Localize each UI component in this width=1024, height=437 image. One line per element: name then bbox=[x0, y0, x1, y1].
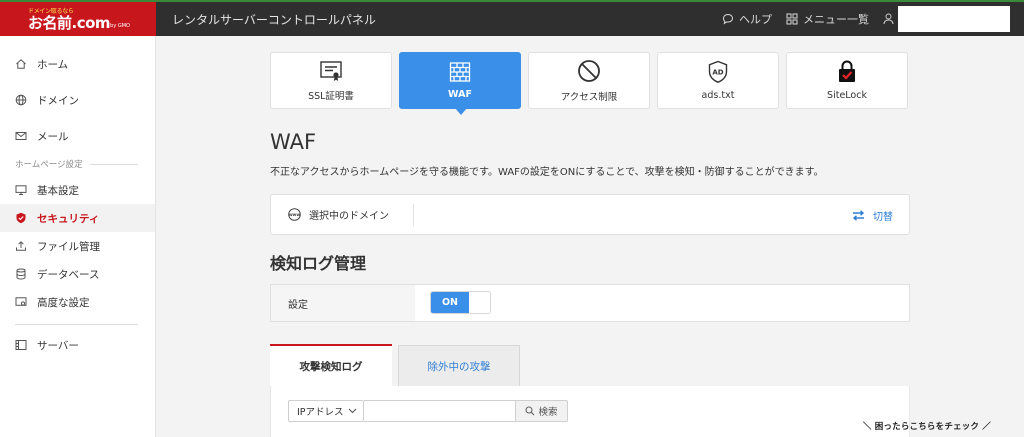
selected-domain-box: www 選択中のドメイン 切替 bbox=[270, 194, 910, 235]
svg-text:www: www bbox=[289, 212, 300, 217]
sidebar-item-domain[interactable]: ドメイン bbox=[0, 86, 155, 114]
sidebar-item-home[interactable]: ホーム bbox=[0, 50, 155, 78]
home-icon bbox=[16, 59, 26, 69]
log-tabs: 攻撃検知ログ 除外中の攻撃 bbox=[270, 344, 910, 386]
search-type-select[interactable]: IPアドレス bbox=[288, 400, 364, 422]
sidebar-divider bbox=[15, 324, 138, 325]
shield-icon bbox=[16, 212, 26, 224]
search-type-value: IPアドレス bbox=[297, 407, 344, 418]
brand-logo[interactable]: ドメイン取るなら お名前.com by GMO bbox=[0, 2, 156, 36]
ads-shield-icon: AD bbox=[708, 60, 728, 83]
sidebar-item-label: セキュリティ bbox=[37, 212, 100, 225]
help-check-link[interactable]: ＼ 困ったらこちらをチェック ／ bbox=[863, 420, 991, 432]
tab-label: SSL証明書 bbox=[308, 90, 354, 102]
svg-text:AD: AD bbox=[712, 69, 723, 77]
search-button[interactable]: 検索 bbox=[516, 400, 568, 422]
page-title: WAF bbox=[270, 130, 317, 154]
grid-icon bbox=[786, 13, 798, 25]
log-search-row: IPアドレス 検索 bbox=[288, 400, 568, 422]
app-title: レンタルサーバーコントロールパネル bbox=[172, 12, 376, 27]
sidebar: ホーム ドメイン メール ホームページ設定 基本設定 セキュリティ ファイル管理… bbox=[0, 36, 156, 437]
sidebar-item-advanced[interactable]: 高度な設定 bbox=[0, 288, 155, 316]
menu-list-link[interactable]: メニュー一覧 bbox=[786, 11, 869, 27]
sidebar-item-label: 高度な設定 bbox=[37, 296, 90, 309]
log-section-title: 検知ログ管理 bbox=[270, 254, 367, 273]
sidebar-item-label: 基本設定 bbox=[37, 184, 79, 197]
server-icon bbox=[15, 340, 27, 350]
globe-icon bbox=[15, 94, 27, 106]
sidebar-item-basic[interactable]: 基本設定 bbox=[0, 176, 155, 204]
tab-waf[interactable]: WAF bbox=[399, 52, 521, 115]
www-globe-icon: www bbox=[288, 208, 301, 221]
domain-divider bbox=[413, 204, 414, 226]
tab-ssl[interactable]: SSL証明書 bbox=[270, 52, 392, 109]
tab-label: ads.txt bbox=[701, 90, 735, 101]
toggle-knob bbox=[469, 292, 490, 313]
feature-tabs: SSL証明書 WAF アクセス制限 AD ads.txt SiteLock bbox=[270, 52, 910, 115]
tab-label: SiteLock bbox=[827, 90, 867, 101]
selected-domain-label: 選択中のドメイン bbox=[309, 211, 389, 222]
waf-toggle[interactable]: ON bbox=[430, 291, 491, 314]
mail-icon bbox=[15, 132, 27, 140]
user-account-box[interactable] bbox=[898, 6, 1010, 32]
database-icon bbox=[16, 268, 26, 280]
user-icon[interactable] bbox=[883, 13, 894, 25]
search-icon bbox=[525, 406, 535, 416]
sidebar-item-label: サーバー bbox=[37, 339, 79, 352]
monitor-icon bbox=[15, 185, 27, 195]
top-bar: ドメイン取るなら お名前.com by GMO レンタルサーバーコントロールパネ… bbox=[0, 0, 1024, 36]
page-description: 不正なアクセスからホームページを守る機能です。WAFの設定をONにすることで、攻… bbox=[270, 167, 824, 178]
upload-icon bbox=[16, 241, 26, 251]
sidebar-item-security[interactable]: セキュリティ bbox=[0, 204, 155, 232]
tab-excluded-attacks[interactable]: 除外中の攻撃 bbox=[398, 345, 520, 386]
main-content: SSL証明書 WAF アクセス制限 AD ads.txt SiteLock WA… bbox=[270, 36, 910, 437]
sidebar-item-label: メール bbox=[37, 130, 69, 143]
sidebar-section-homepage: ホームページ設定 bbox=[0, 155, 155, 173]
top-bar-right: ヘルプ メニュー一覧 bbox=[722, 2, 1024, 36]
certificate-icon bbox=[320, 60, 342, 81]
sidebar-item-files[interactable]: ファイル管理 bbox=[0, 232, 155, 260]
log-panel: IPアドレス 検索 bbox=[270, 386, 910, 437]
menu-label: メニュー一覧 bbox=[803, 13, 869, 26]
chevron-down-icon bbox=[348, 408, 357, 414]
tab-label: アクセス制限 bbox=[560, 91, 618, 103]
chat-help-icon bbox=[722, 13, 734, 25]
search-input[interactable] bbox=[364, 400, 516, 422]
settings-window-icon bbox=[15, 297, 27, 306]
tab-sitelock[interactable]: SiteLock bbox=[786, 52, 908, 109]
sidebar-item-database[interactable]: データベース bbox=[0, 260, 155, 288]
prohibited-icon bbox=[578, 59, 600, 82]
tab-detected-log[interactable]: 攻撃検知ログ bbox=[270, 344, 392, 386]
waf-setting-row: 設定 ON bbox=[270, 284, 910, 322]
search-button-label: 検索 bbox=[538, 407, 558, 418]
sidebar-item-server[interactable]: サーバー bbox=[0, 331, 155, 359]
switch-domain-button[interactable]: 切替 bbox=[852, 208, 893, 223]
sidebar-item-label: ドメイン bbox=[37, 94, 79, 107]
tab-label: WAF bbox=[448, 89, 472, 100]
setting-label: 設定 bbox=[271, 285, 415, 321]
tab-access-restriction[interactable]: アクセス制限 bbox=[528, 52, 650, 109]
swap-arrows-icon bbox=[852, 210, 865, 221]
brand-sub: by GMO bbox=[110, 23, 130, 29]
sidebar-item-label: ホーム bbox=[37, 58, 69, 71]
sitelock-icon bbox=[839, 60, 855, 82]
sidebar-item-label: ファイル管理 bbox=[37, 240, 100, 253]
tab-ads-txt[interactable]: AD ads.txt bbox=[657, 52, 779, 109]
help-label: ヘルプ bbox=[739, 13, 772, 26]
brand-name: お名前.com bbox=[28, 13, 111, 32]
firewall-icon bbox=[449, 62, 471, 82]
sidebar-item-mail[interactable]: メール bbox=[0, 122, 155, 150]
switch-label: 切替 bbox=[873, 212, 893, 223]
sidebar-item-label: データベース bbox=[37, 268, 100, 281]
toggle-on-label: ON bbox=[431, 292, 469, 313]
help-link[interactable]: ヘルプ bbox=[722, 11, 772, 27]
